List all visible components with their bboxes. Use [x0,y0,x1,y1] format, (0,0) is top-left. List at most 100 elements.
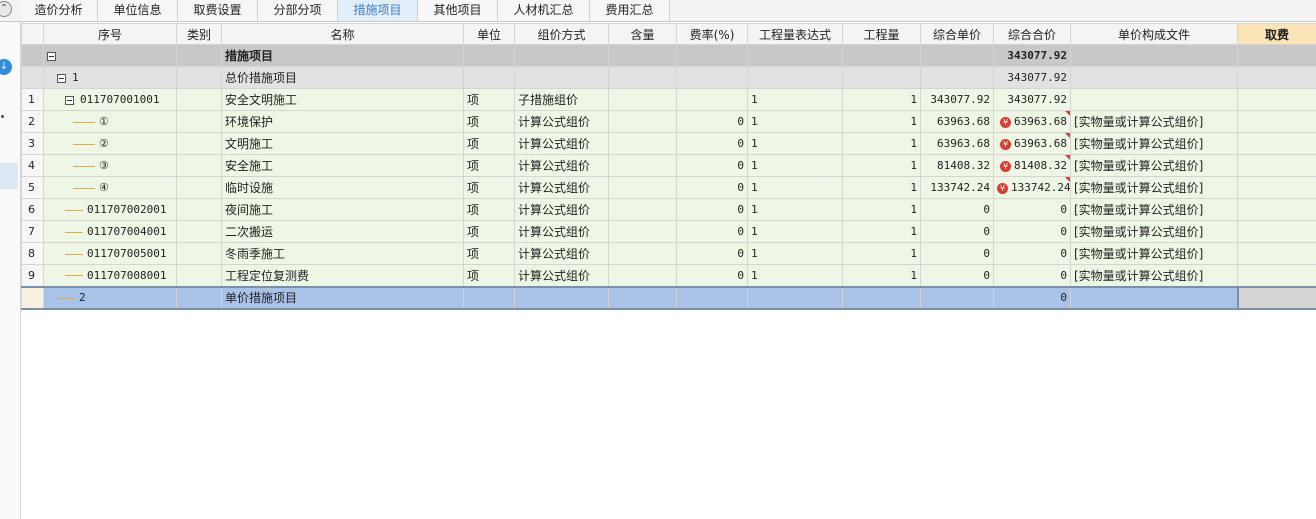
cell-category[interactable] [176,198,222,221]
cell-quantity-expression[interactable]: 1 [747,154,843,177]
cell-unit-price[interactable]: 343077.92 [920,88,994,111]
table-row[interactable]: 7 011707004001 二次搬运项计算公式组价 0 1 1 0 0 [实物量或计算公式组价… [21,220,1316,243]
cell-quantity-expression[interactable]: 1 [747,176,843,199]
column-header-12[interactable]: 单价构成文件 [1070,23,1238,45]
cell-pricing-method[interactable]: 子措施组价 [514,88,609,111]
cell-unit[interactable]: 项 [463,110,515,133]
table-row[interactable]: 2 单价措施项目 0 [21,285,1316,310]
cell-category[interactable] [176,132,222,155]
cell-content[interactable] [608,176,677,199]
cell-name[interactable]: 二次搬运 [221,220,464,243]
cell-pricing-method[interactable]: 计算公式组价 [514,220,609,243]
cell-unit[interactable]: 项 [463,242,515,265]
cell-unit-price[interactable] [920,285,994,310]
cell-unit[interactable]: 项 [463,220,515,243]
cell-content[interactable] [608,66,677,89]
cell-fee[interactable] [1237,198,1316,221]
cell-unit-price[interactable]: 0 [920,220,994,243]
cell-rate[interactable]: 0 [676,176,748,199]
cell-fee[interactable] [1237,154,1316,177]
cell-category[interactable] [176,264,222,287]
cell-unit[interactable] [463,285,515,310]
cell-quantity[interactable] [842,285,921,310]
cell-content[interactable] [608,220,677,243]
column-header-2[interactable]: 类别 [176,23,222,45]
cell-fee[interactable] [1237,110,1316,133]
cell-name[interactable]: 冬雨季施工 [221,242,464,265]
cell-fee[interactable] [1237,176,1316,199]
cell-quantity[interactable]: 1 [842,88,921,111]
cell-name[interactable]: 夜间施工 [221,198,464,221]
cell-name[interactable]: 安全施工 [221,154,464,177]
cell-price-file[interactable]: [实物量或计算公式组价] [1070,198,1238,221]
cell-content[interactable] [608,154,677,177]
cell-total-price[interactable]: 0 [993,220,1071,243]
column-header-4[interactable]: 单位 [463,23,515,45]
cell-price-file[interactable]: [实物量或计算公式组价] [1070,110,1238,133]
cell-fee[interactable] [1237,66,1316,89]
collapse-box-icon[interactable] [47,51,56,61]
cell-total-price[interactable]: 0 [993,264,1071,287]
cell-quantity-expression[interactable]: 1 [747,264,843,287]
table-row[interactable]: 8 011707005001 冬雨季施工项计算公式组价 0 1 1 0 0 [实物量或计算公式组… [21,242,1316,265]
cell-quantity-expression[interactable] [747,66,843,89]
cell-quantity[interactable] [842,44,921,67]
cell-pricing-method[interactable]: 计算公式组价 [514,154,609,177]
cell-fee[interactable] [1237,264,1316,287]
cell-category[interactable] [176,154,222,177]
cell-total-price[interactable]: 0 [993,242,1071,265]
cell-price-file[interactable]: [实物量或计算公式组价] [1070,264,1238,287]
cell-quantity[interactable]: 1 [842,110,921,133]
cell-total-price[interactable]: 0 [993,285,1071,310]
cell-pricing-method[interactable]: 计算公式组价 [514,176,609,199]
column-header-10[interactable]: 综合单价 [920,23,994,45]
cell-price-file[interactable] [1070,66,1238,89]
cell-code[interactable]: ② [43,132,177,155]
cell-unit-price[interactable]: 81408.32 [920,154,994,177]
cell-fee[interactable] [1237,242,1316,265]
cell-code[interactable]: 011707008001 [43,264,177,287]
cell-quantity[interactable]: 1 [842,132,921,155]
tab-8[interactable]: 费用汇总 [590,0,670,21]
tab-2[interactable]: 单位信息 [98,0,178,21]
collapse-box-icon[interactable] [57,73,66,83]
cell-total-price[interactable]: ¥133742.24 [993,176,1071,199]
table-row[interactable]: 4 ③ 安全施工项计算公式组价 0 1 1 81408.32 ¥81408.32 [实物量或计算… [21,154,1316,177]
cell-unit-price[interactable]: 63963.68 [920,132,994,155]
cell-quantity[interactable]: 1 [842,242,921,265]
cell-category[interactable] [176,66,222,89]
cell-fee[interactable] [1236,285,1316,310]
cell-unit-price[interactable] [920,44,994,67]
tab-4[interactable]: 分部分项 [258,0,338,21]
cell-rate[interactable]: 0 [676,242,748,265]
cell-fee[interactable] [1237,220,1316,243]
cell-quantity-expression[interactable]: 1 [747,88,843,111]
cell-price-file[interactable]: [实物量或计算公式组价] [1070,242,1238,265]
cell-quantity[interactable]: 1 [842,176,921,199]
column-header-11[interactable]: 综合合价 [993,23,1071,45]
table-row[interactable]: 1 011707001001 安全文明施工 项 子措施组价 1 1 343077.92 3430… [21,88,1316,111]
chevron-up-circle-icon[interactable]: ⌃ [0,1,12,17]
cell-quantity[interactable]: 1 [842,198,921,221]
cell-unit[interactable]: 项 [463,154,515,177]
cell-quantity-expression[interactable]: 1 [747,242,843,265]
cell-name[interactable]: 工程定位复测费 [221,264,464,287]
cell-content[interactable] [608,132,677,155]
tab-7[interactable]: 人材机汇总 [498,0,590,21]
column-header-9[interactable]: 工程量 [842,23,921,45]
cell-content[interactable] [608,44,677,67]
cell-price-file[interactable]: [实物量或计算公式组价] [1070,176,1238,199]
cell-name[interactable]: 措施项目 [221,44,464,67]
cell-unit-price[interactable]: 0 [920,198,994,221]
cell-code[interactable]: 2 [43,285,177,310]
cell-code[interactable] [43,44,177,67]
cell-code[interactable]: 011707001001 [43,88,177,111]
tab-6[interactable]: 其他项目 [418,0,498,21]
column-header-13[interactable]: 取费 [1237,23,1316,45]
cell-total-price[interactable]: 343077.92 [993,44,1071,67]
cell-name[interactable]: 环境保护 [221,110,464,133]
table-row[interactable]: 6 011707002001 夜间施工项计算公式组价 0 1 1 0 0 [实物量或计算公式组价… [21,198,1316,221]
column-header-1[interactable]: 序号 [43,23,177,45]
cell-pricing-method[interactable]: 计算公式组价 [514,110,609,133]
cell-fee[interactable] [1237,88,1316,111]
